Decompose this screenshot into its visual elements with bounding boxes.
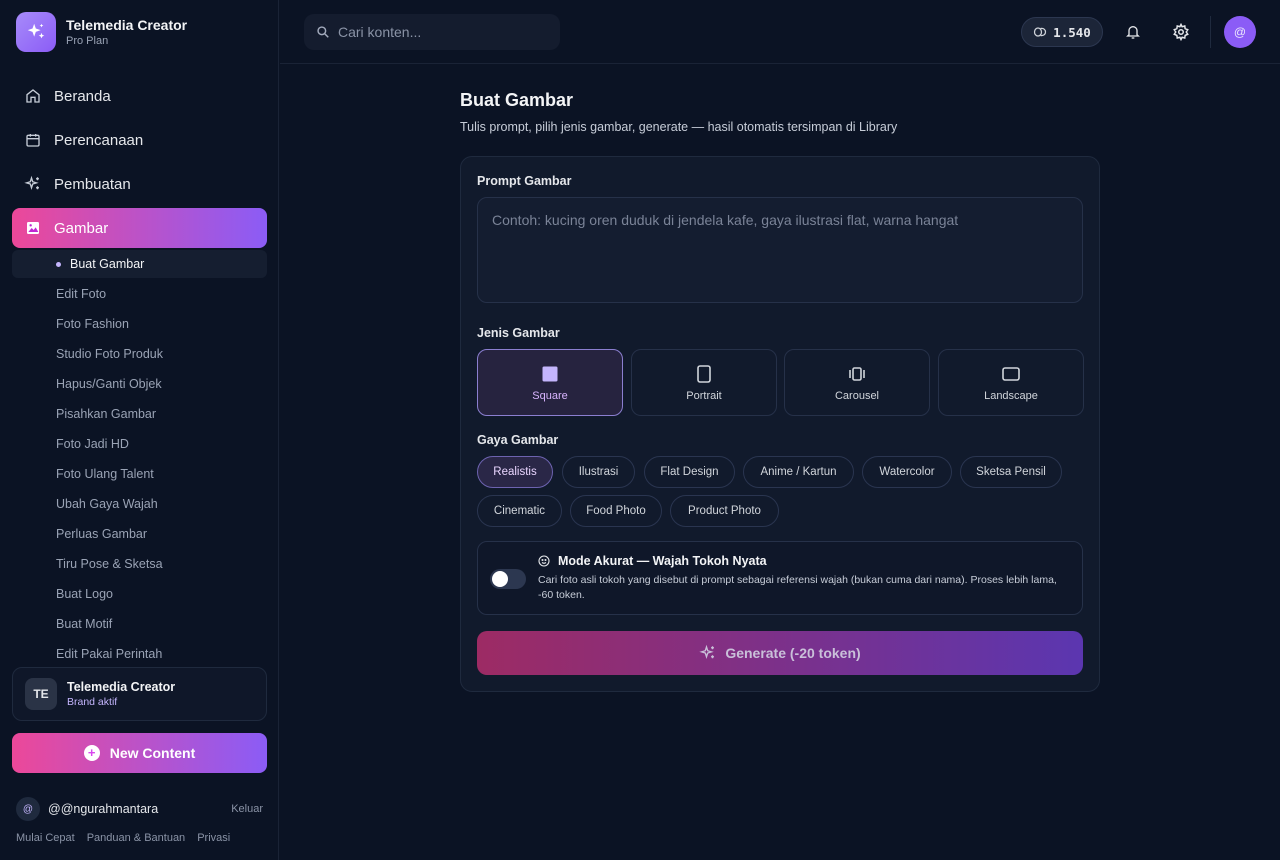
token-balance[interactable]: 1.540 — [1021, 17, 1103, 47]
type-carousel[interactable]: Carousel — [784, 349, 930, 416]
generate-label: Generate (-20 token) — [725, 645, 861, 661]
sub-item-foto-jadi-hd[interactable]: Foto Jadi HD — [56, 434, 129, 454]
brand-plan: Pro Plan — [66, 35, 109, 47]
brand-switcher[interactable]: TE Telemedia Creator Brand aktif — [12, 667, 267, 721]
toggle-knob — [492, 571, 508, 587]
image-form-card: Prompt Gambar Jenis Gambar Square Portra… — [460, 156, 1100, 692]
type-square[interactable]: Square — [477, 349, 623, 416]
type-label-portrait: Portrait — [686, 389, 722, 402]
style-chip-realistis[interactable]: Realistis — [477, 456, 553, 488]
nav-item-gambar[interactable]: Gambar — [12, 208, 267, 248]
logout-link[interactable]: Keluar — [231, 803, 263, 815]
token-count: 1.540 — [1053, 24, 1091, 40]
sub-item-edit-pakai-perintah[interactable]: Edit Pakai Perintah — [56, 644, 162, 664]
sub-item-perluas-gambar[interactable]: Perluas Gambar — [56, 524, 147, 544]
brand-card-name: Telemedia Creator — [67, 680, 176, 694]
home-icon — [24, 87, 42, 105]
nav-label: Gambar — [54, 219, 109, 237]
type-landscape[interactable]: Landscape — [938, 349, 1084, 416]
type-label-landscape: Landscape — [984, 389, 1038, 402]
search-icon — [316, 25, 330, 39]
sub-item-buat-motif[interactable]: Buat Motif — [56, 614, 112, 634]
type-label-square: Square — [532, 389, 568, 402]
style-label: Gaya Gambar — [477, 433, 559, 447]
style-chip-sketsa-pensil[interactable]: Sketsa Pensil — [960, 456, 1062, 488]
style-chip-product-photo[interactable]: Product Photo — [670, 495, 779, 527]
sub-item-studio-foto-produk[interactable]: Studio Foto Produk — [56, 344, 163, 364]
brand-avatar: TE — [25, 678, 57, 710]
user-row: @ @@ngurahmantara Keluar — [16, 797, 263, 821]
page-title: Buat Gambar — [460, 90, 574, 110]
accurate-mode-description: Cari foto asli tokoh yang disebut di pro… — [538, 574, 1057, 601]
user-avatar[interactable]: @ — [16, 797, 40, 821]
sparkles-icon — [24, 175, 42, 193]
gear-icon[interactable] — [1169, 20, 1193, 44]
sub-item-buat-logo[interactable]: Buat Logo — [56, 584, 113, 604]
prompt-label: Prompt Gambar — [477, 174, 572, 188]
sub-item-pisahkan-gambar[interactable]: Pisahkan Gambar — [56, 404, 156, 424]
new-content-label: New Content — [109, 745, 196, 761]
sub-item-edit-foto[interactable]: Edit Foto — [56, 284, 106, 304]
nav-label: Beranda — [54, 87, 111, 105]
bell-icon[interactable] — [1121, 20, 1145, 44]
sub-item-foto-ulang-talent[interactable]: Foto Ulang Talent — [56, 464, 154, 484]
sub-item-ubah-gaya-wajah[interactable]: Ubah Gaya Wajah — [56, 494, 158, 514]
square-icon — [542, 364, 558, 384]
type-portrait[interactable]: Portrait — [631, 349, 777, 416]
style-chip-food-photo[interactable]: Food Photo — [570, 495, 662, 527]
footer-link-mulai-cepat[interactable]: Mulai Cepat — [16, 832, 75, 844]
nav-item-perencanaan[interactable]: Perencanaan — [12, 120, 267, 160]
sub-item-tiru-pose-sketsa[interactable]: Tiru Pose & Sketsa — [56, 554, 163, 574]
brand-card-status: Brand aktif — [67, 696, 118, 708]
search-input[interactable] — [338, 24, 538, 40]
sub-item-buat-gambar[interactable]: Buat Gambar — [12, 250, 267, 278]
sub-item-foto-fashion[interactable]: Foto Fashion — [56, 314, 129, 334]
coins-icon — [1033, 26, 1047, 38]
footer-links: Mulai Cepat Panduan & Bantuan Privasi — [16, 832, 242, 844]
sidebar: Telemedia Creator Pro Plan Beranda Peren… — [0, 0, 279, 860]
brand[interactable]: Telemedia Creator Pro Plan — [16, 12, 187, 52]
profile-avatar[interactable]: @ — [1224, 16, 1256, 48]
sub-item-hapus-ganti-objek[interactable]: Hapus/Ganti Objek — [56, 374, 162, 394]
footer-link-privasi[interactable]: Privasi — [197, 832, 230, 844]
accurate-mode-toggle[interactable] — [490, 569, 526, 589]
page-subtitle: Tulis prompt, pilih jenis gambar, genera… — [460, 120, 898, 134]
brand-title: Telemedia Creator — [66, 17, 188, 33]
type-label: Jenis Gambar — [477, 326, 560, 340]
type-label-carousel: Carousel — [834, 389, 880, 402]
user-handle: @@ngurahmantara — [48, 802, 159, 816]
plus-icon: + — [83, 745, 100, 761]
accurate-mode-title: Mode Akurat — Wajah Tokoh Nyata — [558, 554, 767, 568]
prompt-textarea[interactable] — [477, 197, 1083, 303]
image-icon — [24, 219, 42, 237]
style-chip-anime-kartun[interactable]: Anime / Kartun — [743, 456, 854, 488]
portrait-icon — [697, 364, 711, 384]
sub-item-label: Buat Gambar — [70, 257, 145, 271]
footer-link-panduan[interactable]: Panduan & Bantuan — [87, 832, 185, 844]
style-chip-ilustrasi[interactable]: Ilustrasi — [562, 456, 635, 488]
accurate-mode-panel: Mode Akurat — Wajah Tokoh Nyata Cari fot… — [477, 541, 1083, 615]
landscape-icon — [1002, 364, 1020, 384]
sparkles-logo-icon — [16, 12, 56, 52]
nav-item-pembuatan[interactable]: Pembuatan — [12, 164, 267, 204]
nav-label: Pembuatan — [54, 175, 131, 193]
carousel-icon — [848, 364, 866, 384]
calendar-icon — [24, 131, 42, 149]
nav-label: Perencanaan — [54, 131, 144, 149]
style-chip-flat-design[interactable]: Flat Design — [644, 456, 735, 488]
sparkles-icon — [699, 644, 717, 662]
generate-button[interactable]: Generate (-20 token) — [477, 631, 1083, 675]
style-chip-cinematic[interactable]: Cinematic — [477, 495, 562, 527]
topbar: 1.540 @ — [280, 0, 1280, 64]
face-icon — [538, 555, 550, 567]
new-content-button[interactable]: + New Content — [12, 733, 267, 773]
nav-item-beranda[interactable]: Beranda — [12, 76, 267, 116]
style-chip-watercolor[interactable]: Watercolor — [862, 456, 952, 488]
search-bar[interactable] — [304, 14, 560, 50]
active-dot — [56, 262, 61, 267]
topbar-divider — [1210, 16, 1211, 48]
